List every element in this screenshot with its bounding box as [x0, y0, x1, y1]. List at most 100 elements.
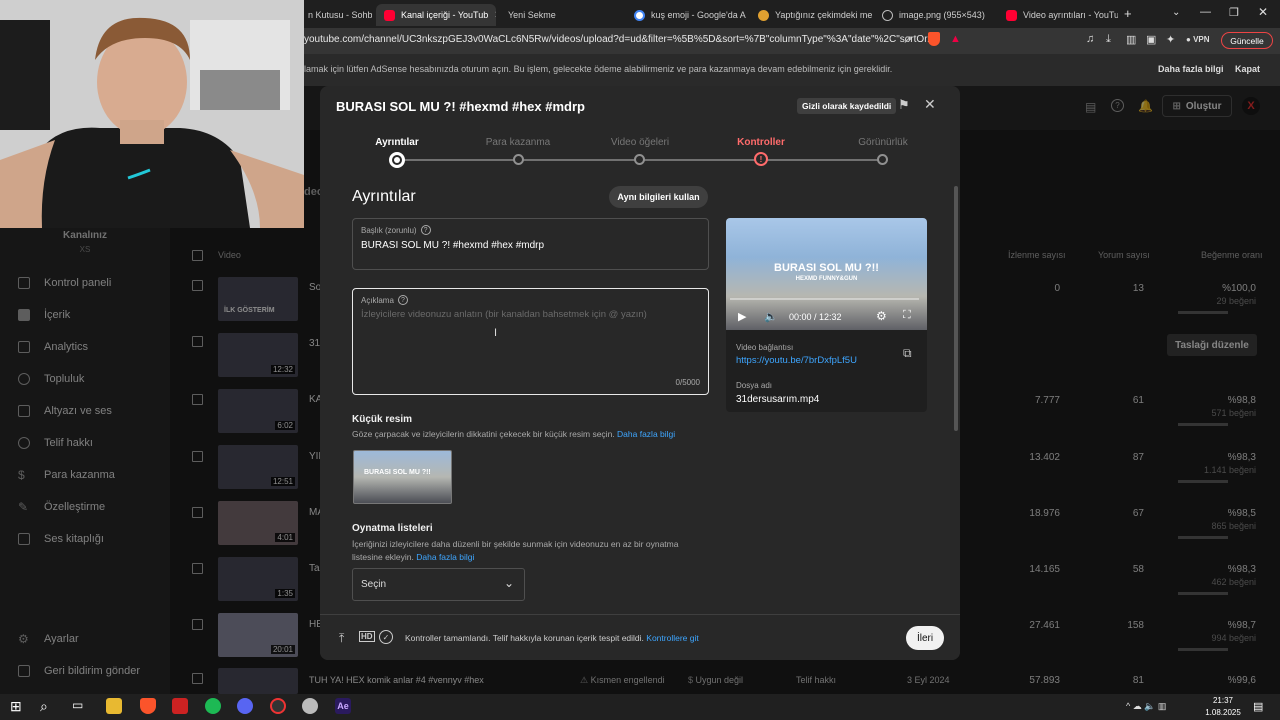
browser-tab[interactable]: n Kutusu - Sohbe: [300, 4, 372, 26]
description-input[interactable]: İzleyicilere videonuzu anlatın (bir kana…: [361, 309, 647, 320]
upload-icon: ⤒: [339, 631, 345, 645]
tab-label: Yaptığınız çekimdeki met: [775, 10, 872, 20]
close-dialog-icon[interactable]: ✕: [924, 96, 936, 113]
browser-tab[interactable]: Yeni Sekme: [500, 4, 620, 26]
after-effects-icon[interactable]: Ae: [335, 698, 351, 714]
thumbnail-option[interactable]: BURASI SOL MU ?!!: [353, 450, 452, 504]
step-visibility[interactable]: Görünürlük: [833, 137, 933, 148]
info-bar-text: lamak için lütfen AdSense hesabınızda ot…: [304, 64, 893, 74]
thumbnail-learn-more-link[interactable]: Daha fazla bilgi: [617, 429, 675, 439]
tab-list-icon[interactable]: ⌄: [1172, 7, 1180, 18]
next-button[interactable]: İleri: [906, 626, 944, 650]
playlists-learn-more-link[interactable]: Daha fazla bilgi: [416, 552, 474, 562]
video-preview-card: BURASI SOL MU ?!! HEXMD FUNNY&GUN ▶ 🔈 00…: [726, 218, 927, 412]
spotify-icon[interactable]: [205, 698, 221, 714]
description-label-text: Açıklama: [361, 295, 394, 305]
go-to-checks-link[interactable]: Kontrollere git: [646, 633, 698, 643]
saved-status-badge: Gizli olarak kaydedildi: [797, 98, 897, 114]
fullscreen-icon[interactable]: ⛶: [903, 309, 911, 322]
brave-shield-icon[interactable]: [928, 32, 940, 46]
browser-tab-active[interactable]: Kanal içeriği - YouTub ✕: [376, 4, 496, 26]
dialog-title: BURASI SOL MU ?! #hexmd #hex #mdrp: [336, 99, 585, 114]
brave-rewards-icon[interactable]: ▲: [950, 33, 961, 45]
app-icon[interactable]: [172, 698, 188, 714]
step-details[interactable]: Ayrıntılar: [347, 137, 447, 148]
step-dot: [513, 154, 524, 165]
globe-icon: [882, 9, 893, 21]
playlist-select-value: Seçin: [361, 579, 387, 590]
clock-date[interactable]: 1.08.2025: [1200, 708, 1246, 717]
discord-icon[interactable]: [237, 698, 253, 714]
volume-icon[interactable]: 🔈: [764, 310, 778, 323]
step-monetization[interactable]: Para kazanma: [468, 137, 568, 148]
update-button[interactable]: Güncelle: [1221, 32, 1273, 49]
description-field[interactable]: Açıklama? İzleyicilere videonuzu anlatın…: [352, 288, 709, 395]
char-counter: 0/5000: [675, 378, 700, 387]
file-name: 31dersusarım.mp4: [736, 394, 820, 405]
checks-complete-icon: ✓: [379, 630, 393, 644]
thumbnail-option-text: BURASI SOL MU ?!!: [364, 469, 431, 476]
restore-icon[interactable]: ❐: [1229, 6, 1239, 19]
download-icon[interactable]: ⤓: [1106, 33, 1111, 46]
learn-more-link[interactable]: Daha fazla bilgi: [1158, 64, 1224, 74]
text-cursor-icon: I: [494, 327, 498, 339]
report-issue-icon[interactable]: ⚑: [898, 97, 910, 113]
leo-ai-icon[interactable]: ✦: [1166, 33, 1175, 46]
video-progress-bar[interactable]: [730, 298, 919, 300]
playlists-description: İçeriğinizi izleyicilere daha düzenli bi…: [352, 538, 692, 564]
browser-tab[interactable]: image.png (955×543): [874, 4, 996, 26]
video-link[interactable]: https://youtu.be/7brDxfpLf5U: [736, 355, 857, 366]
sidebar-toggle-icon[interactable]: ▥: [1126, 33, 1136, 46]
vpn-label: VPN: [1193, 35, 1210, 44]
dialog-scrollbar[interactable]: [954, 186, 958, 431]
clock-time[interactable]: 21:37: [1205, 696, 1241, 705]
playlists-description-text: İçeriğinizi izleyicilere daha düzenli bi…: [352, 539, 679, 562]
task-view-icon[interactable]: ▭: [72, 698, 88, 714]
url-field[interactable]: youtube.com/channel/UC3nkszpGEJ3v0WaCLc6…: [304, 34, 935, 45]
step-dot-active: [389, 152, 405, 168]
footer-status: Kontroller tamamlandı. Telif hakkıyla ko…: [405, 633, 699, 643]
notification-center-icon[interactable]: ▤: [1253, 700, 1263, 713]
step-checks[interactable]: Kontroller: [711, 137, 811, 148]
close-info-button[interactable]: Kapat: [1235, 64, 1260, 74]
playlist-select[interactable]: Seçin ⌄: [352, 568, 525, 601]
windows-start-icon[interactable]: ⊞: [10, 698, 26, 714]
app-icon[interactable]: [302, 698, 318, 714]
browser-tab[interactable]: kuş emoji - Google'da Ara: [626, 4, 746, 26]
thumbnail-heading: Küçük resim: [352, 414, 413, 425]
vpn-button[interactable]: ● VPN: [1186, 35, 1210, 44]
copy-icon[interactable]: ⧉: [903, 346, 912, 361]
browser-tab[interactable]: Yaptığınız çekimdeki met: [750, 4, 872, 26]
tray-icons[interactable]: ^ ☁ 🔈 ▥: [1126, 701, 1166, 712]
close-window-icon[interactable]: ✕: [1258, 5, 1268, 19]
minimize-icon[interactable]: —: [1200, 6, 1211, 18]
file-explorer-icon[interactable]: [106, 698, 122, 714]
youtube-icon: [1006, 9, 1017, 21]
step-video-elements[interactable]: Video öğeleri: [590, 137, 690, 148]
help-icon[interactable]: ?: [420, 225, 431, 235]
video-time: 00:00 / 12:32: [789, 312, 842, 322]
browser-tab[interactable]: Video ayrıntıları - YouTub: [998, 4, 1118, 26]
reuse-details-button[interactable]: Aynı bilgileri kullan: [609, 186, 708, 208]
play-icon[interactable]: ▶: [738, 310, 746, 323]
new-tab-icon[interactable]: +: [1124, 6, 1132, 21]
search-icon[interactable]: ⌕: [40, 698, 56, 714]
video-overlay-title: BURASI SOL MU ?!!: [774, 262, 879, 274]
obs-icon[interactable]: [270, 698, 286, 714]
video-details-dialog: BURASI SOL MU ?! #hexmd #hex #mdrp Gizli…: [320, 86, 960, 660]
music-icon[interactable]: ♫: [1086, 33, 1094, 45]
brave-icon[interactable]: [140, 698, 156, 714]
share-icon[interactable]: ↗: [903, 33, 912, 46]
video-overlay-subtitle: HEXMD FUNNY&GUN: [795, 276, 858, 282]
title-field[interactable]: Başlık (zorunlu)? BURASI SOL MU ?! #hexm…: [352, 218, 709, 270]
help-icon[interactable]: ?: [397, 295, 408, 305]
close-tab-icon[interactable]: ✕: [494, 10, 496, 21]
wallet-icon[interactable]: ▣: [1146, 33, 1156, 46]
step-dot: [634, 154, 645, 165]
title-input[interactable]: BURASI SOL MU ?! #hexmd #hex #mdrp: [361, 240, 544, 251]
video-player[interactable]: BURASI SOL MU ?!! HEXMD FUNNY&GUN ▶ 🔈 00…: [726, 218, 927, 330]
warning-icon: !: [754, 152, 768, 166]
hd-icon: HD: [359, 631, 375, 642]
settings-icon[interactable]: ⚙: [876, 309, 887, 323]
update-label: Güncelle: [1230, 35, 1264, 46]
